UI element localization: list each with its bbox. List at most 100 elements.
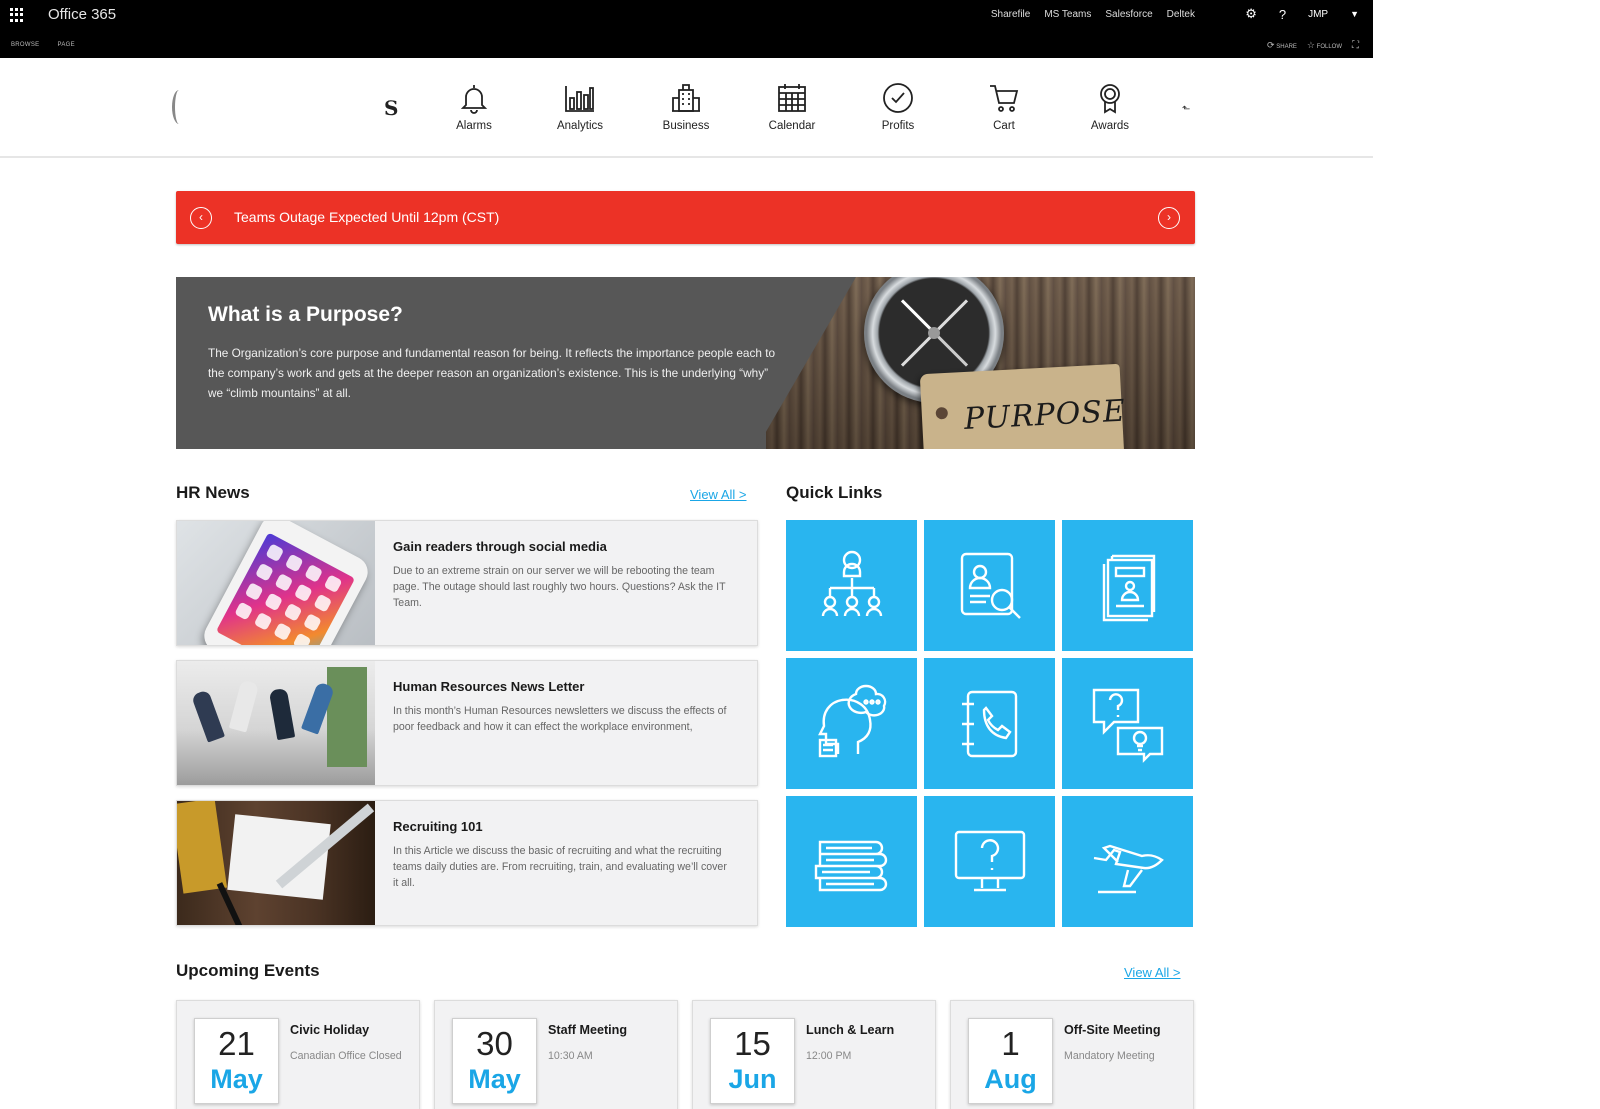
- site-logo[interactable]: [172, 90, 186, 124]
- nav-item-profits[interactable]: Profits: [858, 82, 938, 132]
- nav-item-analytics[interactable]: Analytics: [540, 82, 620, 132]
- event-day: 30: [476, 1025, 513, 1062]
- news-title[interactable]: Human Resources News Letter: [393, 679, 584, 694]
- org-chart-icon: [821, 550, 883, 617]
- nav-label: Alarms: [456, 120, 492, 132]
- quick-link-phonebook[interactable]: [924, 658, 1055, 789]
- ribbon-tab-page[interactable]: PAGE: [57, 42, 74, 48]
- calendar-icon: [778, 84, 806, 112]
- quick-link-ideas[interactable]: [786, 658, 917, 789]
- suite-bar: Office 365 Sharefile MS Teams Salesforce…: [0, 0, 1373, 58]
- share-button[interactable]: ⟳ SHARE: [1267, 40, 1297, 51]
- nav-label: Analytics: [556, 120, 604, 132]
- news-card[interactable]: Gain readers through social media Due to…: [176, 520, 758, 646]
- quick-link-org-chart[interactable]: [786, 520, 917, 651]
- event-card[interactable]: 15 Jun Lunch & Learn 12:00 PM: [692, 1000, 936, 1109]
- bell-icon: [460, 85, 488, 114]
- event-day: 21: [218, 1025, 255, 1062]
- event-card[interactable]: 1 Aug Off-Site Meeting Mandatory Meeting: [950, 1000, 1194, 1109]
- ribbon-tab-browse[interactable]: BROWSE: [11, 42, 39, 48]
- nav-label: Calendar: [768, 120, 816, 132]
- ribbon-row: BROWSE PAGE ⟳ SHARE ☆ FOLLOW ⛶: [0, 40, 1373, 56]
- suite-link-salesforce[interactable]: Salesforce: [1105, 9, 1152, 20]
- quick-link-documents[interactable]: [1062, 520, 1193, 651]
- cart-icon: [990, 85, 1019, 112]
- help-monitor-icon: [954, 830, 1026, 892]
- event-date-badge: 30 May: [452, 1018, 537, 1104]
- news-description: In this month’s Human Resources newslett…: [393, 705, 727, 733]
- nav-label: Profits: [881, 120, 915, 132]
- check-circle-icon: [883, 83, 913, 113]
- nav-overflow-icon[interactable]: ⬑: [1182, 104, 1190, 115]
- documents-icon: [1102, 554, 1156, 622]
- event-card[interactable]: 30 May Staff Meeting 10:30 AM: [434, 1000, 678, 1109]
- event-title[interactable]: Lunch & Learn: [806, 1023, 894, 1037]
- profile-search-icon: [960, 552, 1021, 619]
- suite-actions: ⚙ ? JMP ▼: [1245, 6, 1359, 22]
- quick-link-travel[interactable]: [1062, 796, 1193, 927]
- event-month: Jun: [728, 1064, 777, 1094]
- follow-label: FOLLOW: [1316, 44, 1342, 50]
- event-subtitle: Mandatory Meeting: [1064, 1050, 1155, 1062]
- phonebook-icon: [962, 690, 1018, 758]
- suite-link-deltek[interactable]: Deltek: [1167, 9, 1195, 20]
- event-day: 15: [734, 1025, 771, 1062]
- event-card[interactable]: 21 May Civic Holiday Canadian Office Clo…: [176, 1000, 420, 1109]
- nav-item-alarms[interactable]: Alarms: [434, 82, 514, 132]
- purpose-tag-image: PURPOSE: [919, 363, 1127, 449]
- user-menu[interactable]: JMP: [1308, 9, 1328, 20]
- quick-link-it-help[interactable]: [924, 796, 1055, 927]
- event-title[interactable]: Civic Holiday: [290, 1023, 369, 1037]
- top-nav: S Alarms Analytics Business Calendar Pro…: [0, 58, 1373, 158]
- follow-button[interactable]: ☆ FOLLOW: [1307, 40, 1342, 51]
- suite-link-sharefile[interactable]: Sharefile: [991, 9, 1030, 20]
- chevron-down-icon[interactable]: ▼: [1350, 9, 1359, 19]
- event-title[interactable]: Staff Meeting: [548, 1023, 627, 1037]
- question-idea-icon: [1092, 688, 1164, 763]
- nav-item-business[interactable]: Business: [646, 82, 726, 132]
- logo-letter: S: [384, 96, 399, 120]
- nav-item-cart[interactable]: Cart: [964, 82, 1044, 132]
- building-icon: [672, 84, 700, 112]
- event-subtitle: 10:30 AM: [548, 1050, 593, 1062]
- news-card[interactable]: Recruiting 101 In this Article we discus…: [176, 800, 758, 926]
- suite-links: Sharefile MS Teams Salesforce Deltek: [991, 9, 1195, 20]
- tag-word: PURPOSE: [963, 393, 1127, 438]
- news-description: In this Article we discuss the basic of …: [393, 845, 727, 889]
- nav-label: Cart: [993, 120, 1015, 132]
- news-title[interactable]: Gain readers through social media: [393, 539, 607, 554]
- event-month: Aug: [984, 1064, 1037, 1094]
- events-view-all-link[interactable]: View All >: [1124, 965, 1181, 980]
- news-title[interactable]: Recruiting 101: [393, 819, 483, 834]
- quick-links-title: Quick Links: [786, 483, 883, 502]
- next-arrow-icon[interactable]: ›: [1158, 207, 1180, 229]
- books-icon: [814, 840, 888, 892]
- hr-news-title: HR News: [176, 483, 250, 502]
- app-title[interactable]: Office 365: [48, 6, 116, 23]
- alert-text[interactable]: Teams Outage Expected Until 12pm (CST): [234, 209, 499, 225]
- event-subtitle: 12:00 PM: [806, 1050, 852, 1062]
- sharepoint-intranet-page: Office 365 Sharefile MS Teams Salesforce…: [0, 0, 1373, 1109]
- quick-link-questions[interactable]: [1062, 658, 1193, 789]
- help-icon[interactable]: ?: [1279, 7, 1286, 22]
- star-icon: ☆: [1306, 40, 1315, 50]
- news-card[interactable]: Human Resources News Letter In this mont…: [176, 660, 758, 786]
- thinking-head-icon: [818, 684, 887, 758]
- suite-link-ms-teams[interactable]: MS Teams: [1044, 9, 1091, 20]
- settings-gear-icon[interactable]: ⚙: [1245, 6, 1257, 22]
- desk-notebook-image: [177, 801, 375, 925]
- hr-news-view-all-link[interactable]: View All >: [690, 487, 747, 502]
- previous-arrow-icon[interactable]: ‹: [190, 207, 212, 229]
- event-title[interactable]: Off-Site Meeting: [1064, 1023, 1161, 1037]
- event-subtitle: Canadian Office Closed: [290, 1050, 402, 1062]
- nav-item-calendar[interactable]: Calendar: [752, 82, 832, 132]
- alert-banner: ‹ Teams Outage Expected Until 12pm (CST)…: [176, 191, 1195, 244]
- quick-link-profile-search[interactable]: [924, 520, 1055, 651]
- quick-link-library[interactable]: [786, 796, 917, 927]
- app-launcher-icon[interactable]: [10, 8, 24, 22]
- focus-mode-icon[interactable]: ⛶: [1352, 40, 1359, 51]
- nav-item-awards[interactable]: Awards: [1070, 82, 1150, 132]
- event-month: May: [468, 1064, 521, 1094]
- event-day: 1: [1001, 1025, 1020, 1062]
- event-date-badge: 1 Aug: [968, 1018, 1053, 1104]
